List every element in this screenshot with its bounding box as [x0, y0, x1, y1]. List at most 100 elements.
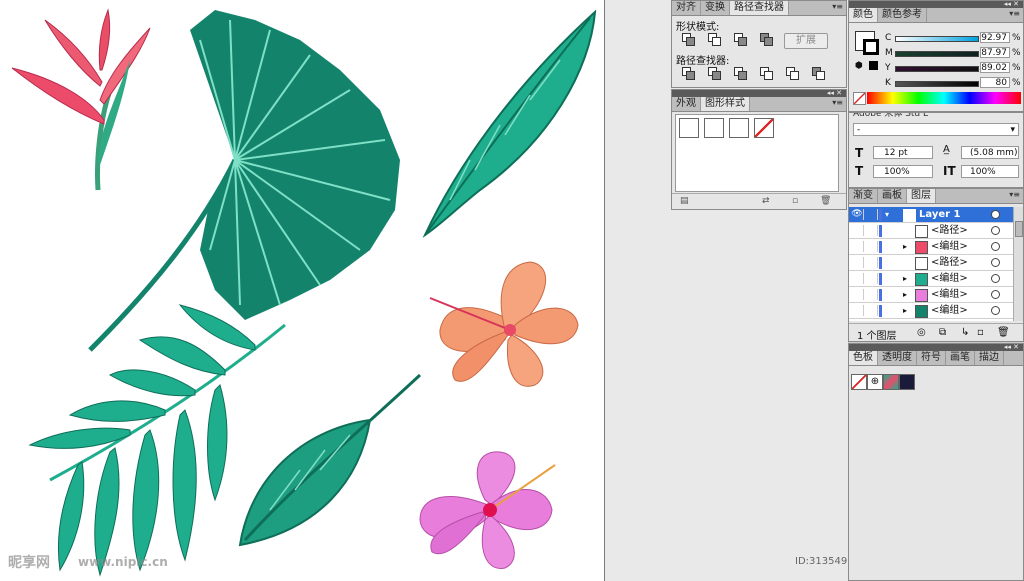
visibility-toggle[interactable] [851, 305, 864, 316]
tab-align[interactable]: 对齐 [672, 1, 701, 15]
layer-row[interactable]: <路径> [849, 223, 1023, 239]
delete-icon[interactable]: 🗑 [997, 327, 1010, 338]
style-swatch[interactable] [729, 118, 749, 138]
target-icon[interactable] [991, 210, 1000, 219]
tab-gradient[interactable]: 渐变 [849, 189, 878, 203]
channel-m-slider[interactable] [895, 51, 979, 57]
tab-color[interactable]: 颜色 [849, 8, 878, 22]
style-swatch[interactable] [704, 118, 724, 138]
lock-toggle[interactable] [867, 289, 878, 300]
exclude-icon[interactable] [760, 33, 773, 46]
font-size-field[interactable]: 12 pt [873, 146, 933, 159]
lock-toggle[interactable] [867, 257, 878, 268]
layers-scrollbar[interactable] [1013, 207, 1023, 321]
minus-front-icon[interactable] [708, 33, 721, 46]
none-swatch[interactable] [853, 92, 866, 105]
merge-icon[interactable] [734, 67, 747, 80]
channel-y-input[interactable]: 89.02 [980, 62, 1010, 73]
new-style-icon[interactable]: ▫ [792, 196, 798, 206]
expand-arrow-icon[interactable]: ▸ [903, 241, 907, 253]
channel-m-input[interactable]: 87.97 [980, 47, 1010, 58]
eye-icon[interactable]: 👁 [851, 209, 864, 220]
channel-c-slider[interactable] [895, 36, 979, 42]
collapse-icon[interactable]: ◂◂ ✕ [827, 89, 842, 97]
tab-pathfinder[interactable]: 路径查找器 [730, 1, 789, 15]
intersect-icon[interactable] [734, 33, 747, 46]
tab-brushes[interactable]: 画笔 [946, 351, 975, 365]
crop-icon[interactable] [760, 67, 773, 80]
divide-icon[interactable] [682, 67, 695, 80]
target-icon[interactable] [991, 274, 1000, 283]
outline-icon[interactable] [786, 67, 799, 80]
channel-k-slider[interactable] [895, 81, 979, 87]
expand-button[interactable]: 扩展 [784, 33, 828, 49]
channel-k-input[interactable]: 80 [980, 77, 1010, 88]
clipping-mask-icon[interactable]: ⧉ [939, 327, 946, 338]
style-library-icon[interactable]: ▤ [680, 196, 689, 206]
tab-graphic-styles[interactable]: 图形样式 [701, 97, 750, 111]
tab-appearance[interactable]: 外观 [672, 97, 701, 111]
tab-transform[interactable]: 变换 [701, 1, 730, 15]
break-link-icon[interactable]: ⇄ [762, 196, 770, 206]
layer-row[interactable]: ▸ <编组> [849, 287, 1023, 303]
panel-menu-icon[interactable]: ▾≡ [1009, 9, 1020, 18]
artboard[interactable]: 昵享网 www.nipic.cn [0, 0, 605, 581]
lock-toggle[interactable] [867, 209, 878, 220]
channel-c-input[interactable]: 92.97 [980, 32, 1010, 43]
panel-menu-icon[interactable]: ▾≡ [832, 98, 843, 107]
expand-arrow-icon[interactable]: ▸ [903, 273, 907, 285]
lock-toggle[interactable] [867, 273, 878, 284]
delete-icon[interactable]: 🗑 [820, 196, 831, 206]
minus-back-icon[interactable] [812, 67, 825, 80]
scrollbar-thumb[interactable] [1015, 221, 1023, 237]
cube-icon[interactable]: ⬢ [855, 61, 863, 71]
artwork[interactable] [0, 0, 604, 581]
last-color-swatch[interactable] [869, 61, 878, 70]
layers-list[interactable]: 👁 ▾ Layer 1 <路径> ▸ <编组> <路径> ▸ <编组> ▸ <编… [849, 207, 1023, 321]
style-swatch-default[interactable] [679, 118, 699, 138]
lock-toggle[interactable] [867, 241, 878, 252]
horizontal-scale-field[interactable]: 100% [873, 165, 933, 178]
target-icon[interactable] [991, 226, 1000, 235]
panel-menu-icon[interactable]: ▾≡ [1009, 190, 1020, 199]
leading-field[interactable]: (5.08 mm) [961, 146, 1019, 159]
panel-menu-icon[interactable]: ▾≡ [832, 2, 843, 11]
collapse-arrow-icon[interactable]: ▾ [885, 209, 889, 221]
visibility-toggle[interactable] [851, 257, 864, 268]
swatch-dark-navy[interactable] [899, 374, 915, 390]
font-style-select[interactable]: - ▾ [853, 123, 1019, 136]
layer-row[interactable]: ▸ <编组> [849, 239, 1023, 255]
new-layer-icon[interactable]: ▫ [977, 327, 984, 338]
tab-symbols[interactable]: 符号 [917, 351, 946, 365]
tab-artboards[interactable]: 画板 [878, 189, 907, 203]
swatch-registration[interactable]: ⊕ [867, 374, 883, 390]
vertical-scale-field[interactable]: 100% [961, 165, 1019, 178]
target-icon[interactable] [991, 258, 1000, 267]
expand-arrow-icon[interactable]: ▸ [903, 305, 907, 317]
layer-row[interactable]: <路径> [849, 255, 1023, 271]
style-swatch-none[interactable] [754, 118, 774, 138]
new-sublayer-icon[interactable]: ↳ [961, 327, 969, 338]
trim-icon[interactable] [708, 67, 721, 80]
collapse-icon[interactable]: ◂◂ ✕ [1004, 343, 1019, 351]
visibility-toggle[interactable] [851, 289, 864, 300]
visibility-toggle[interactable] [851, 225, 864, 236]
tab-color-guide[interactable]: 颜色参考 [878, 8, 927, 22]
target-icon[interactable] [991, 306, 1000, 315]
target-icon[interactable] [991, 290, 1000, 299]
tab-swatches[interactable]: 色板 [849, 351, 878, 365]
visibility-toggle[interactable] [851, 273, 864, 284]
layer-row[interactable]: ▸ <编组> [849, 271, 1023, 287]
unite-icon[interactable] [682, 33, 695, 46]
layer-row[interactable]: ▸ <编组> [849, 303, 1023, 319]
expand-arrow-icon[interactable]: ▸ [903, 289, 907, 301]
tab-layers[interactable]: 图层 [907, 189, 936, 203]
swatch-none[interactable] [851, 374, 867, 390]
channel-y-slider[interactable] [895, 66, 979, 72]
style-swatch-list[interactable] [675, 114, 839, 192]
lock-toggle[interactable] [867, 305, 878, 316]
color-spectrum[interactable] [867, 92, 1021, 104]
lock-toggle[interactable] [867, 225, 878, 236]
visibility-toggle[interactable] [851, 241, 864, 252]
stroke-swatch[interactable] [863, 39, 879, 55]
